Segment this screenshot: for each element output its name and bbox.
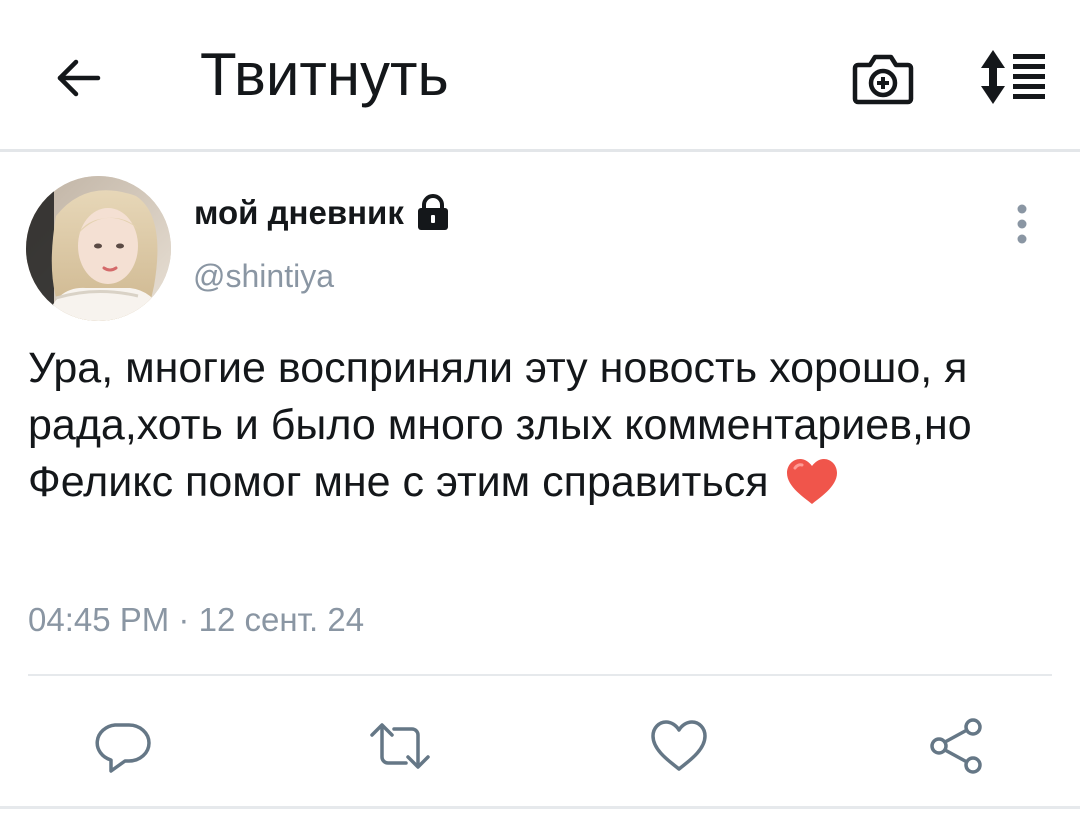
- bottom-divider: [0, 806, 1080, 809]
- top-app-bar: Твитнуть: [0, 0, 1080, 152]
- camera-button[interactable]: [848, 42, 918, 112]
- retweet-icon: [370, 723, 430, 769]
- tweet-timestamp: 04:45 PM · 12 сент. 24: [28, 598, 364, 642]
- reply-icon: [95, 723, 151, 773]
- display-name: мой дневник: [194, 194, 404, 231]
- back-button[interactable]: [48, 48, 108, 108]
- share-button[interactable]: [920, 710, 992, 782]
- heart-icon: [651, 720, 707, 771]
- more-options-button[interactable]: [1000, 196, 1044, 252]
- avatar[interactable]: [26, 176, 171, 321]
- sort-button[interactable]: [976, 42, 1052, 112]
- like-button[interactable]: [643, 710, 715, 782]
- page-title: Твитнуть: [200, 41, 449, 108]
- arrow-left-icon: [57, 59, 101, 97]
- divider: [28, 674, 1052, 676]
- lock-icon: [414, 194, 452, 232]
- retweet-button[interactable]: [364, 710, 436, 782]
- tweet-time: 04:45 PM: [28, 601, 170, 638]
- avatar-image: [26, 176, 171, 321]
- tweet-actions-bar: [0, 700, 1080, 790]
- timestamp-separator: ·: [178, 601, 190, 638]
- red-heart-emoji: [786, 459, 837, 504]
- author-name-row[interactable]: мой дневник: [194, 190, 452, 236]
- user-handle[interactable]: @shintiya: [193, 254, 334, 298]
- camera-plus-icon: [852, 54, 914, 105]
- sort-list-icon: [981, 50, 1045, 104]
- share-icon: [930, 718, 982, 774]
- more-vertical-icon: [1017, 204, 1027, 244]
- tweet-text-block: Ура, многие восприняли эту новость хорош…: [28, 340, 1068, 511]
- tweet-date: 12 сент. 24: [198, 601, 365, 638]
- reply-button[interactable]: [86, 710, 158, 782]
